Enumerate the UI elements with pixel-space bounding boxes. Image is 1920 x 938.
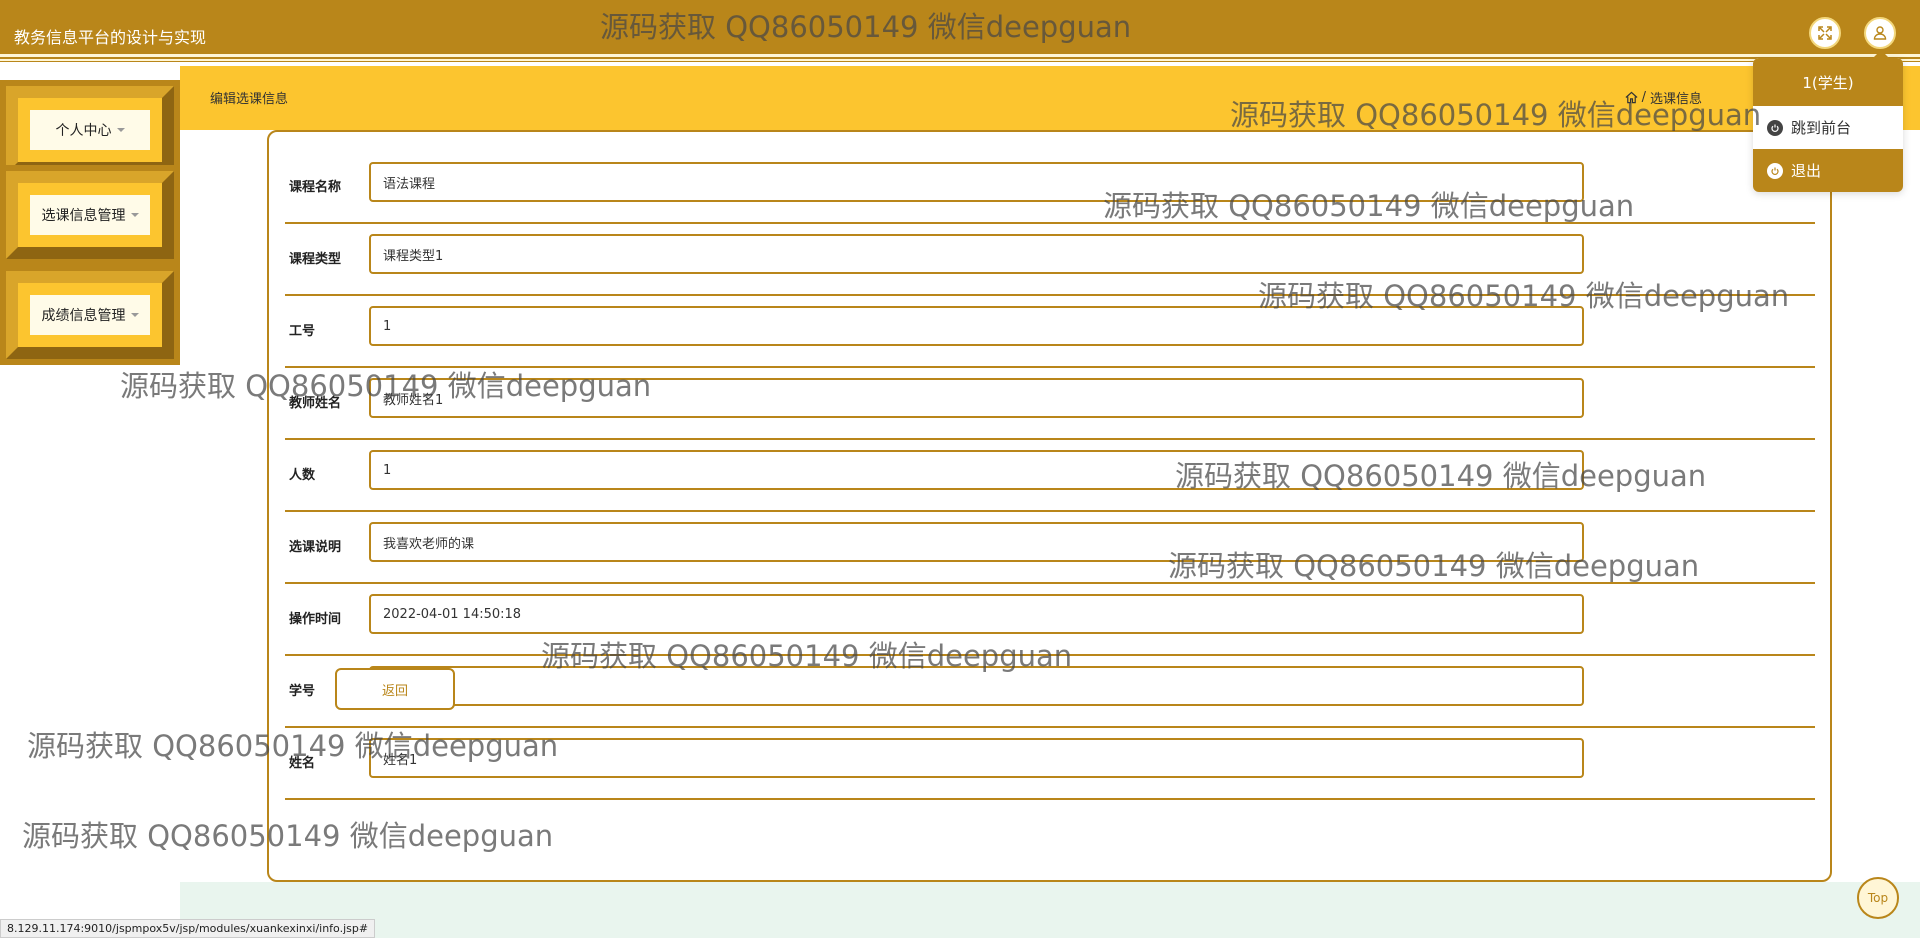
user-menu-button[interactable] [1864,17,1896,49]
field-label: 人数 [289,468,316,483]
sub-header: 编辑选课信息 / 选课信息 [180,66,1920,130]
footer-band [180,882,1920,938]
sidebar-item-face[interactable]: 个人中心 [30,110,150,150]
student-id-field[interactable]: 1 [369,666,1584,706]
fullscreen-icon [1818,26,1832,40]
form-row-selection-note: 选课说明 我喜欢老师的课 [285,512,1815,584]
power-icon [1767,119,1783,136]
form-row-headcount: 人数 1 [285,440,1815,512]
header-rule [0,54,1920,57]
back-button[interactable]: 返回 [335,668,455,710]
sidebar-item-course-selection[interactable]: 选课信息管理 [0,165,180,265]
page-root: 教务信息平台的设计与实现 编辑选课信息 / 选课信息 个人中心 选课信息管理 成… [0,0,1920,938]
sidebar-item-label: 个人中心 [55,123,112,139]
field-label: 课程类型 [289,252,342,267]
header-rule [0,59,1920,61]
selection-note-field[interactable]: 我喜欢老师的课 [369,522,1584,562]
sidebar-item-face[interactable]: 选课信息管理 [30,195,150,235]
form-row-teacher-name: 教师姓名 教师姓名1 [285,368,1815,440]
menu-item-label: 跳到前台 [1791,119,1852,137]
edit-form: 课程名称 语法课程 课程类型 课程类型1 工号 1 教师姓名 教师姓名1 人数 … [267,130,1832,882]
breadcrumb-separator: / [1641,90,1646,105]
form-row-student-name: 姓名 姓名1 [285,728,1815,800]
dropdown-arrow [1873,50,1889,58]
back-to-top-button[interactable]: Top [1857,877,1899,919]
sidebar-item-label: 选课信息管理 [41,208,126,224]
form-row-teacher-id: 工号 1 [285,296,1815,368]
chevron-down-icon [130,313,139,317]
menu-item-label: 退出 [1791,162,1822,180]
sidebar-item-label: 成绩信息管理 [41,308,126,324]
form-row-operation-time: 操作时间 2022-04-01 14:50:18 [285,584,1815,656]
fullscreen-button[interactable] [1809,17,1841,49]
course-type-field[interactable]: 课程类型1 [369,234,1584,274]
app-title: 教务信息平台的设计与实现 [14,28,207,47]
top-header: 教务信息平台的设计与实现 [0,0,1920,62]
user-role-label: 1(学生) [1753,58,1903,106]
field-label: 选课说明 [289,540,342,555]
power-icon [1767,162,1783,179]
chevron-down-icon [116,128,125,132]
course-name-field[interactable]: 语法课程 [369,162,1584,202]
user-dropdown-menu: 1(学生) 跳到前台 退出 [1753,50,1903,192]
field-label: 操作时间 [289,612,342,627]
logout-item[interactable]: 退出 [1753,149,1903,192]
sidebar-item-grades[interactable]: 成绩信息管理 [0,265,180,365]
field-label: 学号 [289,684,316,699]
user-icon [1873,26,1887,40]
page-title: 编辑选课信息 [210,92,289,107]
form-row-course-name: 课程名称 语法课程 [285,152,1815,224]
headcount-field[interactable]: 1 [369,450,1584,490]
field-label: 姓名 [289,756,316,771]
form-row-course-type: 课程类型 课程类型1 [285,224,1815,296]
field-label: 课程名称 [289,180,342,195]
chevron-down-icon [130,213,139,217]
teacher-id-field[interactable]: 1 [369,306,1584,346]
sidebar-item-face[interactable]: 成绩信息管理 [30,295,150,335]
teacher-name-field[interactable]: 教师姓名1 [369,378,1584,418]
status-url: 8.129.11.174:9010/jspmpox5v/jsp/modules/… [0,919,376,938]
home-icon[interactable] [1625,91,1638,104]
breadcrumb: / 选课信息 [1625,88,1702,107]
field-label: 工号 [289,324,316,339]
form-row-student-id: 学号 1 [285,656,1815,728]
student-name-field[interactable]: 姓名1 [369,738,1584,778]
operation-time-field[interactable]: 2022-04-01 14:50:18 [369,594,1584,634]
go-to-frontend-item[interactable]: 跳到前台 [1753,106,1903,149]
field-label: 教师姓名 [289,396,342,411]
breadcrumb-current[interactable]: 选课信息 [1650,88,1702,107]
